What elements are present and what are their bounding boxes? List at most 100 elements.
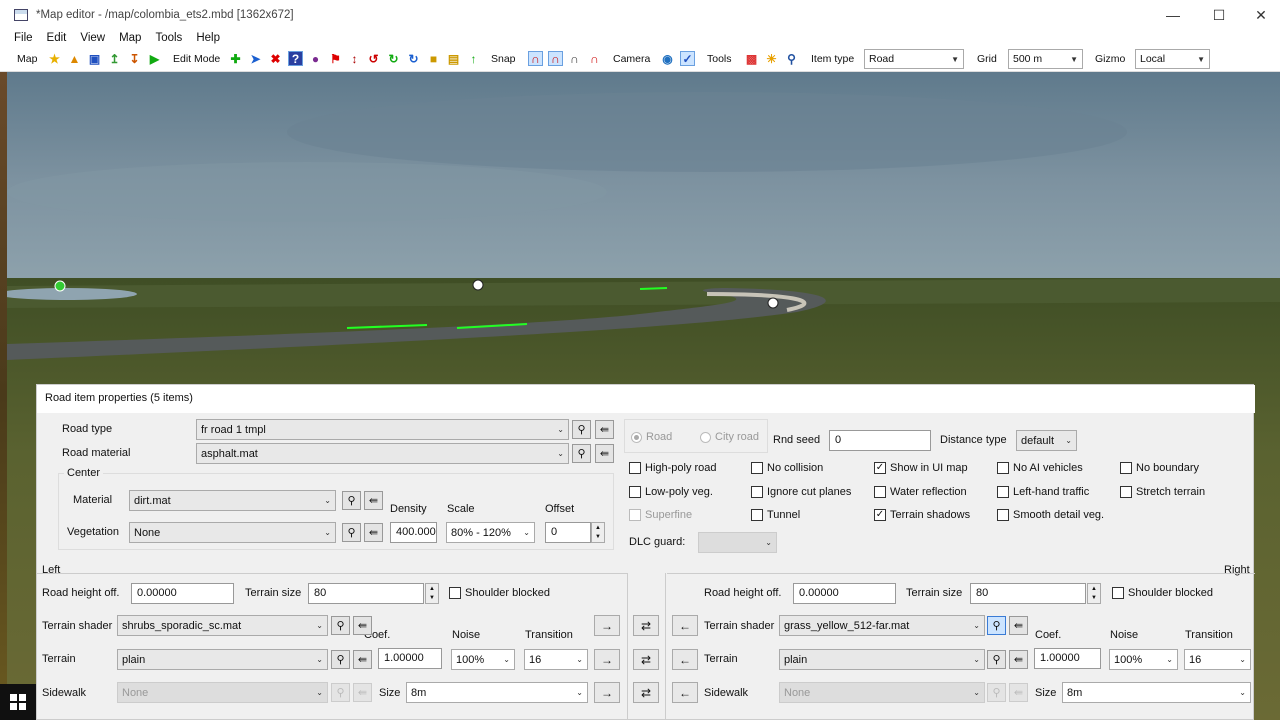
right-terrain-select[interactable]: plain ⌄ <box>779 649 985 670</box>
raise-icon[interactable]: ↑ <box>466 51 481 66</box>
grid-select[interactable]: 500 m ▼ <box>1008 49 1083 69</box>
search-icon[interactable]: ⚲ <box>987 683 1006 702</box>
snap-node-icon[interactable]: ∩ <box>548 51 563 66</box>
no-boundary-checkbox[interactable]: No boundary <box>1120 462 1199 474</box>
pick-arrow-icon[interactable]: ⇚ <box>364 523 383 542</box>
play-icon[interactable]: ▶ <box>147 51 162 66</box>
offset-spinner[interactable]: ▲ ▼ <box>591 522 605 543</box>
pick-arrow-icon[interactable]: ⇚ <box>1009 650 1028 669</box>
rotate-right-icon[interactable]: ↻ <box>386 51 401 66</box>
right-terrain-size-spinner[interactable]: ▲ ▼ <box>1087 583 1101 604</box>
road-material-select[interactable]: asphalt.mat ⌄ <box>196 443 569 464</box>
palette-icon[interactable]: ▩ <box>744 51 759 66</box>
left-hand-traffic-checkbox[interactable]: Left-hand traffic <box>997 486 1089 498</box>
pick-arrow-icon[interactable]: ⇚ <box>595 420 614 439</box>
maximize-button[interactable]: ☐ <box>1196 0 1242 30</box>
left-road-height-input[interactable]: 0.00000 <box>131 583 234 604</box>
tunnel-checkbox[interactable]: Tunnel <box>751 509 800 521</box>
left-noise-select[interactable]: 100% ⌄ <box>451 649 515 670</box>
right-terrain-arrow-button[interactable]: ← <box>672 649 698 670</box>
ruler-icon[interactable]: ▤ <box>446 51 461 66</box>
high-poly-checkbox[interactable]: High-poly road <box>629 462 717 474</box>
road-type-select[interactable]: fr road 1 tmpl ⌄ <box>196 419 569 440</box>
open-folder-icon[interactable]: ▲ <box>67 51 82 66</box>
rnd-seed-input[interactable]: 0 <box>829 430 931 451</box>
show-ui-map-checkbox[interactable]: ✓ Show in UI map <box>874 462 968 474</box>
close-button[interactable]: ✕ <box>1238 0 1280 30</box>
swap-sidewalk-button[interactable]: ⇄ <box>633 682 659 703</box>
vegetation-select[interactable]: None ⌄ <box>129 522 336 543</box>
menu-view[interactable]: View <box>73 32 112 44</box>
radio-road[interactable]: Road <box>631 431 672 443</box>
snap-terrain-icon[interactable]: ∩ <box>587 51 602 66</box>
globe-icon[interactable]: ◉ <box>660 51 675 66</box>
road-node[interactable] <box>54 280 66 292</box>
search-icon[interactable]: ⚲ <box>784 51 799 66</box>
menu-map[interactable]: Map <box>112 32 148 44</box>
height-icon[interactable]: ↕ <box>347 51 362 66</box>
menu-tools[interactable]: Tools <box>148 32 189 44</box>
stamp-icon[interactable]: ■ <box>426 51 441 66</box>
distance-type-select[interactable]: default ⌄ <box>1016 430 1077 451</box>
search-icon[interactable]: ⚲ <box>342 491 361 510</box>
search-icon[interactable]: ⚲ <box>987 650 1006 669</box>
save-icon[interactable]: ▣ <box>87 51 102 66</box>
right-terrain-shader-select[interactable]: grass_yellow_512-far.mat ⌄ <box>779 615 985 636</box>
pick-arrow-icon[interactable]: ⇚ <box>353 650 372 669</box>
search-icon[interactable]: ⚲ <box>331 683 350 702</box>
left-terrain-size-spinner[interactable]: ▲ ▼ <box>425 583 439 604</box>
right-sidewalk-arrow-button[interactable]: ← <box>672 682 698 703</box>
rotate-icon[interactable]: ↻ <box>406 51 421 66</box>
swap-shader-button[interactable]: ⇄ <box>633 615 659 636</box>
pick-arrow-icon[interactable]: ⇚ <box>595 444 614 463</box>
search-icon[interactable]: ⚲ <box>331 650 350 669</box>
pick-arrow-icon[interactable]: ⇚ <box>1009 683 1028 702</box>
left-shader-arrow-button[interactable]: → <box>594 615 620 636</box>
menu-edit[interactable]: Edit <box>40 32 74 44</box>
search-icon[interactable]: ⚲ <box>572 420 591 439</box>
left-shoulder-blocked-checkbox[interactable]: Shoulder blocked <box>449 587 550 599</box>
snap-magnet-icon[interactable]: ∩ <box>528 51 543 66</box>
left-coef-input[interactable]: 1.00000 <box>378 648 442 669</box>
left-sidewalk-arrow-button[interactable]: → <box>594 682 620 703</box>
stretch-terrain-checkbox[interactable]: Stretch terrain <box>1120 486 1205 498</box>
info-icon[interactable]: ● <box>308 51 323 66</box>
search-icon[interactable]: ⚲ <box>572 444 591 463</box>
right-shader-arrow-button[interactable]: ← <box>672 615 698 636</box>
right-shoulder-blocked-checkbox[interactable]: Shoulder blocked <box>1112 587 1213 599</box>
no-ai-vehicles-checkbox[interactable]: No AI vehicles <box>997 462 1083 474</box>
dlc-guard-select[interactable]: ⌄ <box>698 532 777 553</box>
pick-arrow-icon[interactable]: ⇚ <box>353 616 372 635</box>
add-icon[interactable]: ✚ <box>228 51 243 66</box>
right-sidewalk-select[interactable]: None ⌄ <box>779 682 985 703</box>
radio-city-road[interactable]: City road <box>700 431 759 443</box>
gizmo-select[interactable]: Local ▼ <box>1135 49 1210 69</box>
menu-file[interactable]: File <box>0 32 40 44</box>
right-terrain-size-input[interactable]: 80 <box>970 583 1086 604</box>
start-button[interactable] <box>0 684 36 720</box>
rotate-left-icon[interactable]: ↺ <box>366 51 381 66</box>
density-input[interactable]: 400.0000 <box>390 522 437 543</box>
right-size-select[interactable]: 8m ⌄ <box>1062 682 1251 703</box>
water-reflection-checkbox[interactable]: Water reflection <box>874 486 967 498</box>
road-node[interactable] <box>767 297 779 309</box>
left-terrain-shader-select[interactable]: shrubs_sporadic_sc.mat ⌄ <box>117 615 328 636</box>
pick-arrow-icon[interactable]: ⇚ <box>364 491 383 510</box>
move-icon[interactable]: ➤ <box>248 51 263 66</box>
pick-arrow-icon[interactable]: ⇚ <box>1009 616 1028 635</box>
sun-icon[interactable]: ☀ <box>764 51 779 66</box>
right-road-height-input[interactable]: 0.00000 <box>793 583 896 604</box>
delete-icon[interactable]: ✖ <box>268 51 283 66</box>
ignore-cut-planes-checkbox[interactable]: Ignore cut planes <box>751 486 851 498</box>
item-type-select[interactable]: Road ▼ <box>864 49 964 69</box>
camera-bird-icon[interactable]: ✓ <box>680 51 695 66</box>
left-terrain-arrow-button[interactable]: → <box>594 649 620 670</box>
left-terrain-size-input[interactable]: 80 <box>308 583 424 604</box>
right-noise-select[interactable]: 100% ⌄ <box>1109 649 1178 670</box>
low-poly-checkbox[interactable]: Low-poly veg. <box>629 486 713 498</box>
swap-terrain-button[interactable]: ⇄ <box>633 649 659 670</box>
offset-input[interactable]: 0 <box>545 522 591 543</box>
search-icon[interactable]: ⚲ <box>987 616 1006 635</box>
import-icon[interactable]: ↧ <box>127 51 142 66</box>
material-select[interactable]: dirt.mat ⌄ <box>129 490 336 511</box>
